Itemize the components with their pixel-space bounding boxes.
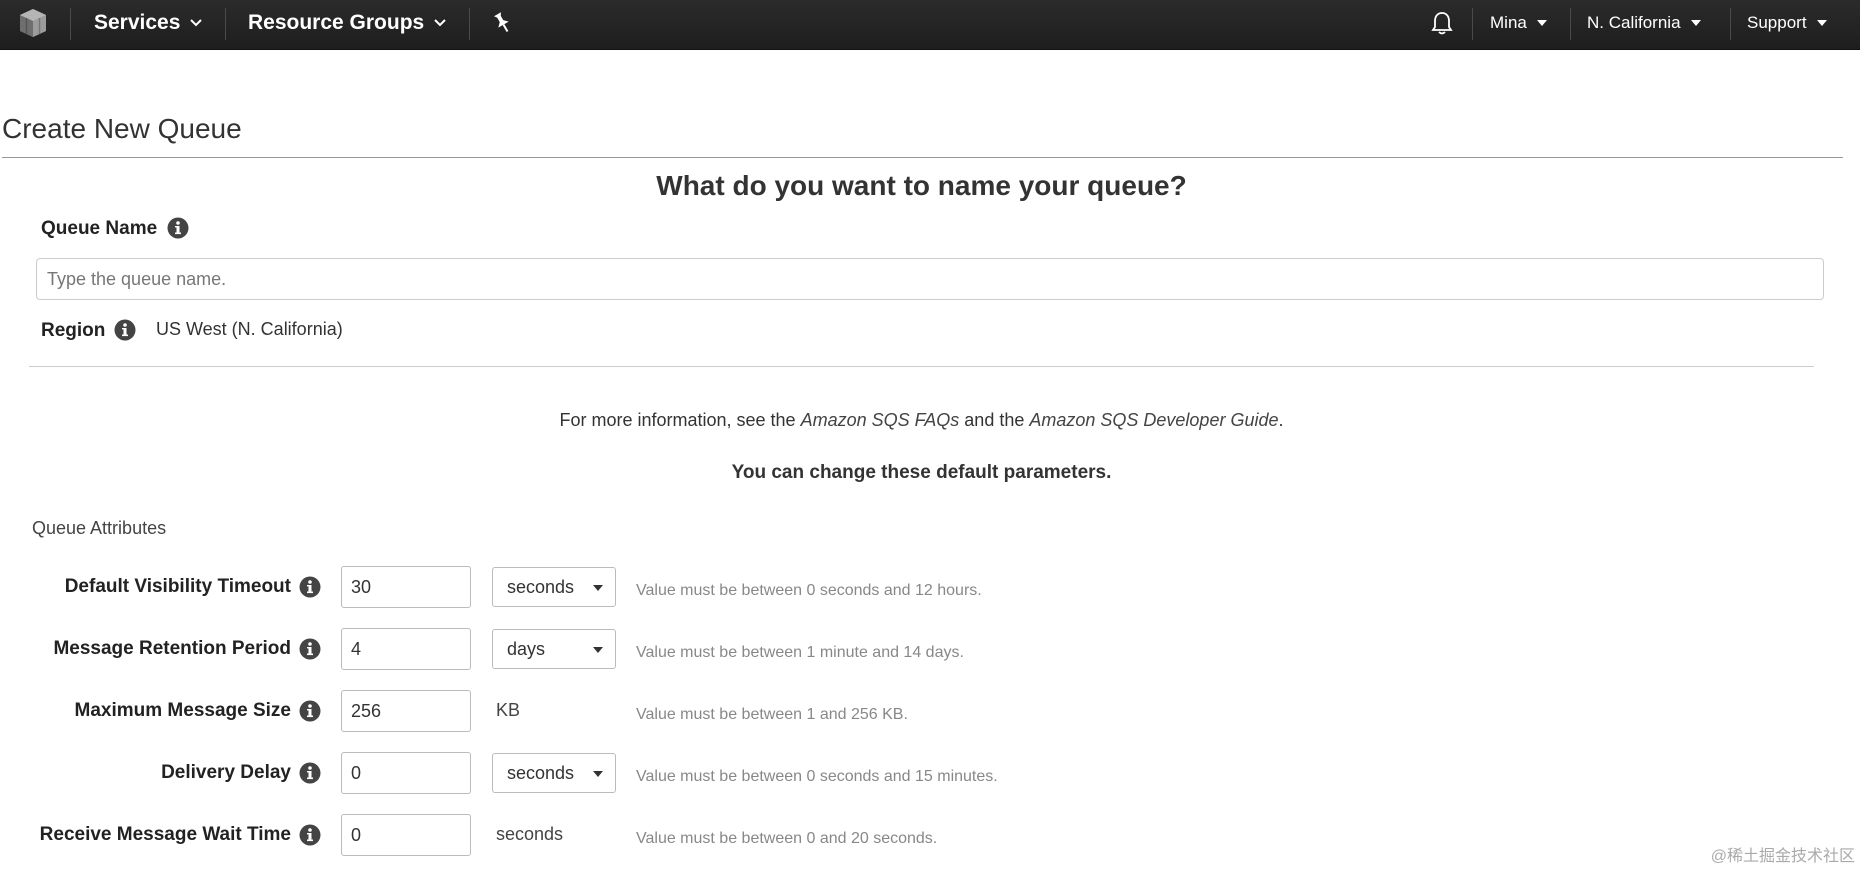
receive-wait-time-label: Receive Message Wait Time [39,824,291,845]
nav-divider [225,8,226,40]
section-divider [29,366,1814,367]
chevron-down-icon [434,19,446,27]
nav-divider [1570,8,1571,40]
queue-name-question: What do you want to name your queue? [656,170,1187,201]
queue-attributes-heading: Queue Attributes [32,518,167,538]
region-value: US West (N. California) [156,319,343,339]
caret-down-icon [1536,20,1547,26]
receive-wait-time-hint: Value must be between 0 and 20 seconds. [636,830,938,847]
notifications-button[interactable] [1431,0,1453,46]
caret-down-icon [593,647,603,653]
max-message-size-input[interactable] [341,690,471,732]
region-menu[interactable]: N. California [1587,0,1701,46]
selected-unit: seconds [507,762,575,783]
services-label: Services [94,11,181,34]
retention-period-input[interactable] [341,628,471,670]
sqs-developer-guide-link[interactable]: Amazon SQS Developer Guide [1029,410,1278,430]
visibility-timeout-hint: Value must be between 0 seconds and 12 h… [636,582,982,599]
info-icon[interactable] [299,824,321,846]
watermark: @稀土掘金技术社区 [1710,848,1855,865]
account-name: Mina [1490,13,1527,32]
caret-down-icon [593,771,603,777]
aws-cube-icon[interactable] [17,7,49,39]
delivery-delay-hint: Value must be between 0 seconds and 15 m… [636,768,998,785]
delivery-delay-unit-select[interactable]: seconds [492,753,616,793]
info-icon[interactable] [299,576,321,598]
max-message-size-unit: KB [496,700,521,720]
visibility-timeout-input[interactable] [341,566,471,608]
info-icon[interactable] [114,319,136,341]
info-icon[interactable] [167,217,189,239]
nav-divider [70,8,71,40]
sqs-faqs-link[interactable]: Amazon SQS FAQs [801,410,960,430]
retention-period-label: Message Retention Period [53,638,291,659]
page-title: Create New Queue [2,113,242,144]
info-mid: and the [959,410,1030,430]
receive-wait-time-unit: seconds [496,824,564,844]
nav-divider [1730,8,1731,40]
info-suffix: . [1278,410,1284,430]
nav-divider [469,8,470,40]
top-navigation-bar: Services Resource Groups Mina N. Califor… [0,0,1860,50]
support-label: Support [1747,13,1807,32]
caret-down-icon [1690,20,1701,26]
caret-down-icon [1816,20,1827,26]
info-icon[interactable] [299,700,321,722]
max-message-size-hint: Value must be between 1 and 256 KB. [636,706,908,723]
region-label: Region [41,320,106,341]
pin-icon [494,12,509,33]
bell-icon [1431,12,1453,35]
info-icon[interactable] [299,638,321,660]
selected-unit: seconds [507,576,575,597]
chevron-down-icon [190,19,203,27]
resource-groups-label: Resource Groups [248,11,425,34]
resource-groups-menu[interactable]: Resource Groups [248,0,446,46]
info-icon[interactable] [299,762,321,784]
visibility-timeout-label: Default Visibility Timeout [64,576,291,597]
caret-down-icon [593,585,603,591]
delivery-delay-input[interactable] [341,752,471,794]
default-parameters-note: You can change these default parameters. [731,462,1112,483]
selected-unit: days [507,638,546,659]
account-menu[interactable]: Mina [1490,0,1547,46]
queue-name-label: Queue Name [41,218,158,239]
region-name: N. California [1587,13,1681,32]
pin-button[interactable] [492,0,512,46]
queue-name-input[interactable] [36,258,1824,300]
delivery-delay-label: Delivery Delay [161,762,291,783]
info-prefix: For more information, see the [559,410,801,430]
visibility-timeout-unit-select[interactable]: seconds [492,567,616,607]
retention-period-unit-select[interactable]: days [492,629,616,669]
max-message-size-label: Maximum Message Size [74,700,291,721]
retention-period-hint: Value must be between 1 minute and 14 da… [636,644,964,661]
services-menu[interactable]: Services [94,0,203,46]
nav-divider [1472,8,1473,40]
support-menu[interactable]: Support [1747,0,1827,46]
receive-wait-time-input[interactable] [341,814,471,856]
more-info-text: For more information, see the Amazon SQS… [0,410,1843,431]
title-divider [2,157,1843,158]
